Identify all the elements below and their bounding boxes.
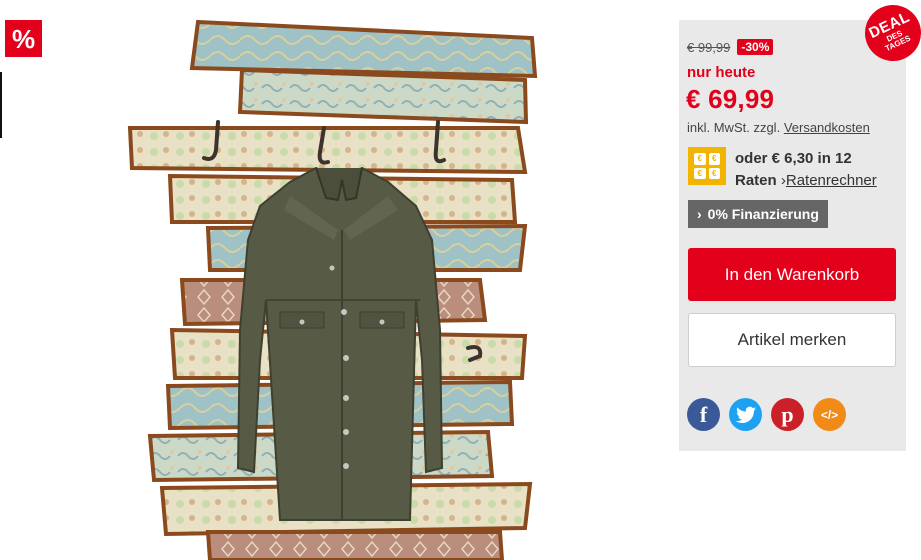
twitter-share-icon[interactable]	[729, 398, 762, 431]
rate-calculator-label: Ratenrechner	[785, 172, 877, 189]
shipping-costs-link[interactable]: Versandkosten	[784, 120, 870, 135]
today-only-label: nur heute	[687, 64, 756, 81]
euro-icon: €	[708, 153, 720, 165]
product-image[interactable]	[120, 0, 560, 560]
installment-info: oder € 6,30 in 12 Raten ›Ratenrechner	[735, 148, 877, 192]
add-to-cart-button[interactable]: In den Warenkorb	[688, 248, 896, 301]
euro-icon: €	[694, 167, 706, 179]
sale-badge: %	[5, 20, 42, 57]
current-price: € 69,99	[686, 84, 775, 114]
financing-label: 0% Finanzierung	[707, 206, 819, 222]
rate-calculator-link[interactable]: ›Ratenrechner	[781, 172, 877, 189]
share-buttons: f p </>	[687, 398, 846, 431]
financing-button[interactable]: › 0% Finanzierung	[688, 200, 828, 228]
chevron-right-icon: ›	[697, 206, 702, 222]
installment-rates-label: Raten	[735, 172, 777, 189]
installment-line2: Raten ›Ratenrechner	[735, 170, 877, 192]
installment-line1: oder € 6,30 in 12	[735, 150, 852, 167]
pinterest-share-icon[interactable]: p	[771, 398, 804, 431]
discount-badge: -30%	[737, 39, 774, 55]
euro-icon: €	[694, 153, 706, 165]
old-price-row: € 99,99 -30%	[687, 39, 774, 55]
euro-icon: €	[708, 167, 720, 179]
installment-icon: € € € €	[688, 147, 726, 185]
vat-info: inkl. MwSt. zzgl. Versandkosten	[687, 120, 870, 135]
old-price: € 99,99	[687, 39, 731, 55]
left-edge-indicator	[0, 72, 2, 138]
add-to-wishlist-button[interactable]: Artikel merken	[688, 313, 896, 367]
facebook-share-icon[interactable]: f	[687, 398, 720, 431]
embed-code-icon[interactable]: </>	[813, 398, 846, 431]
vat-text: inkl. MwSt. zzgl.	[687, 120, 781, 135]
